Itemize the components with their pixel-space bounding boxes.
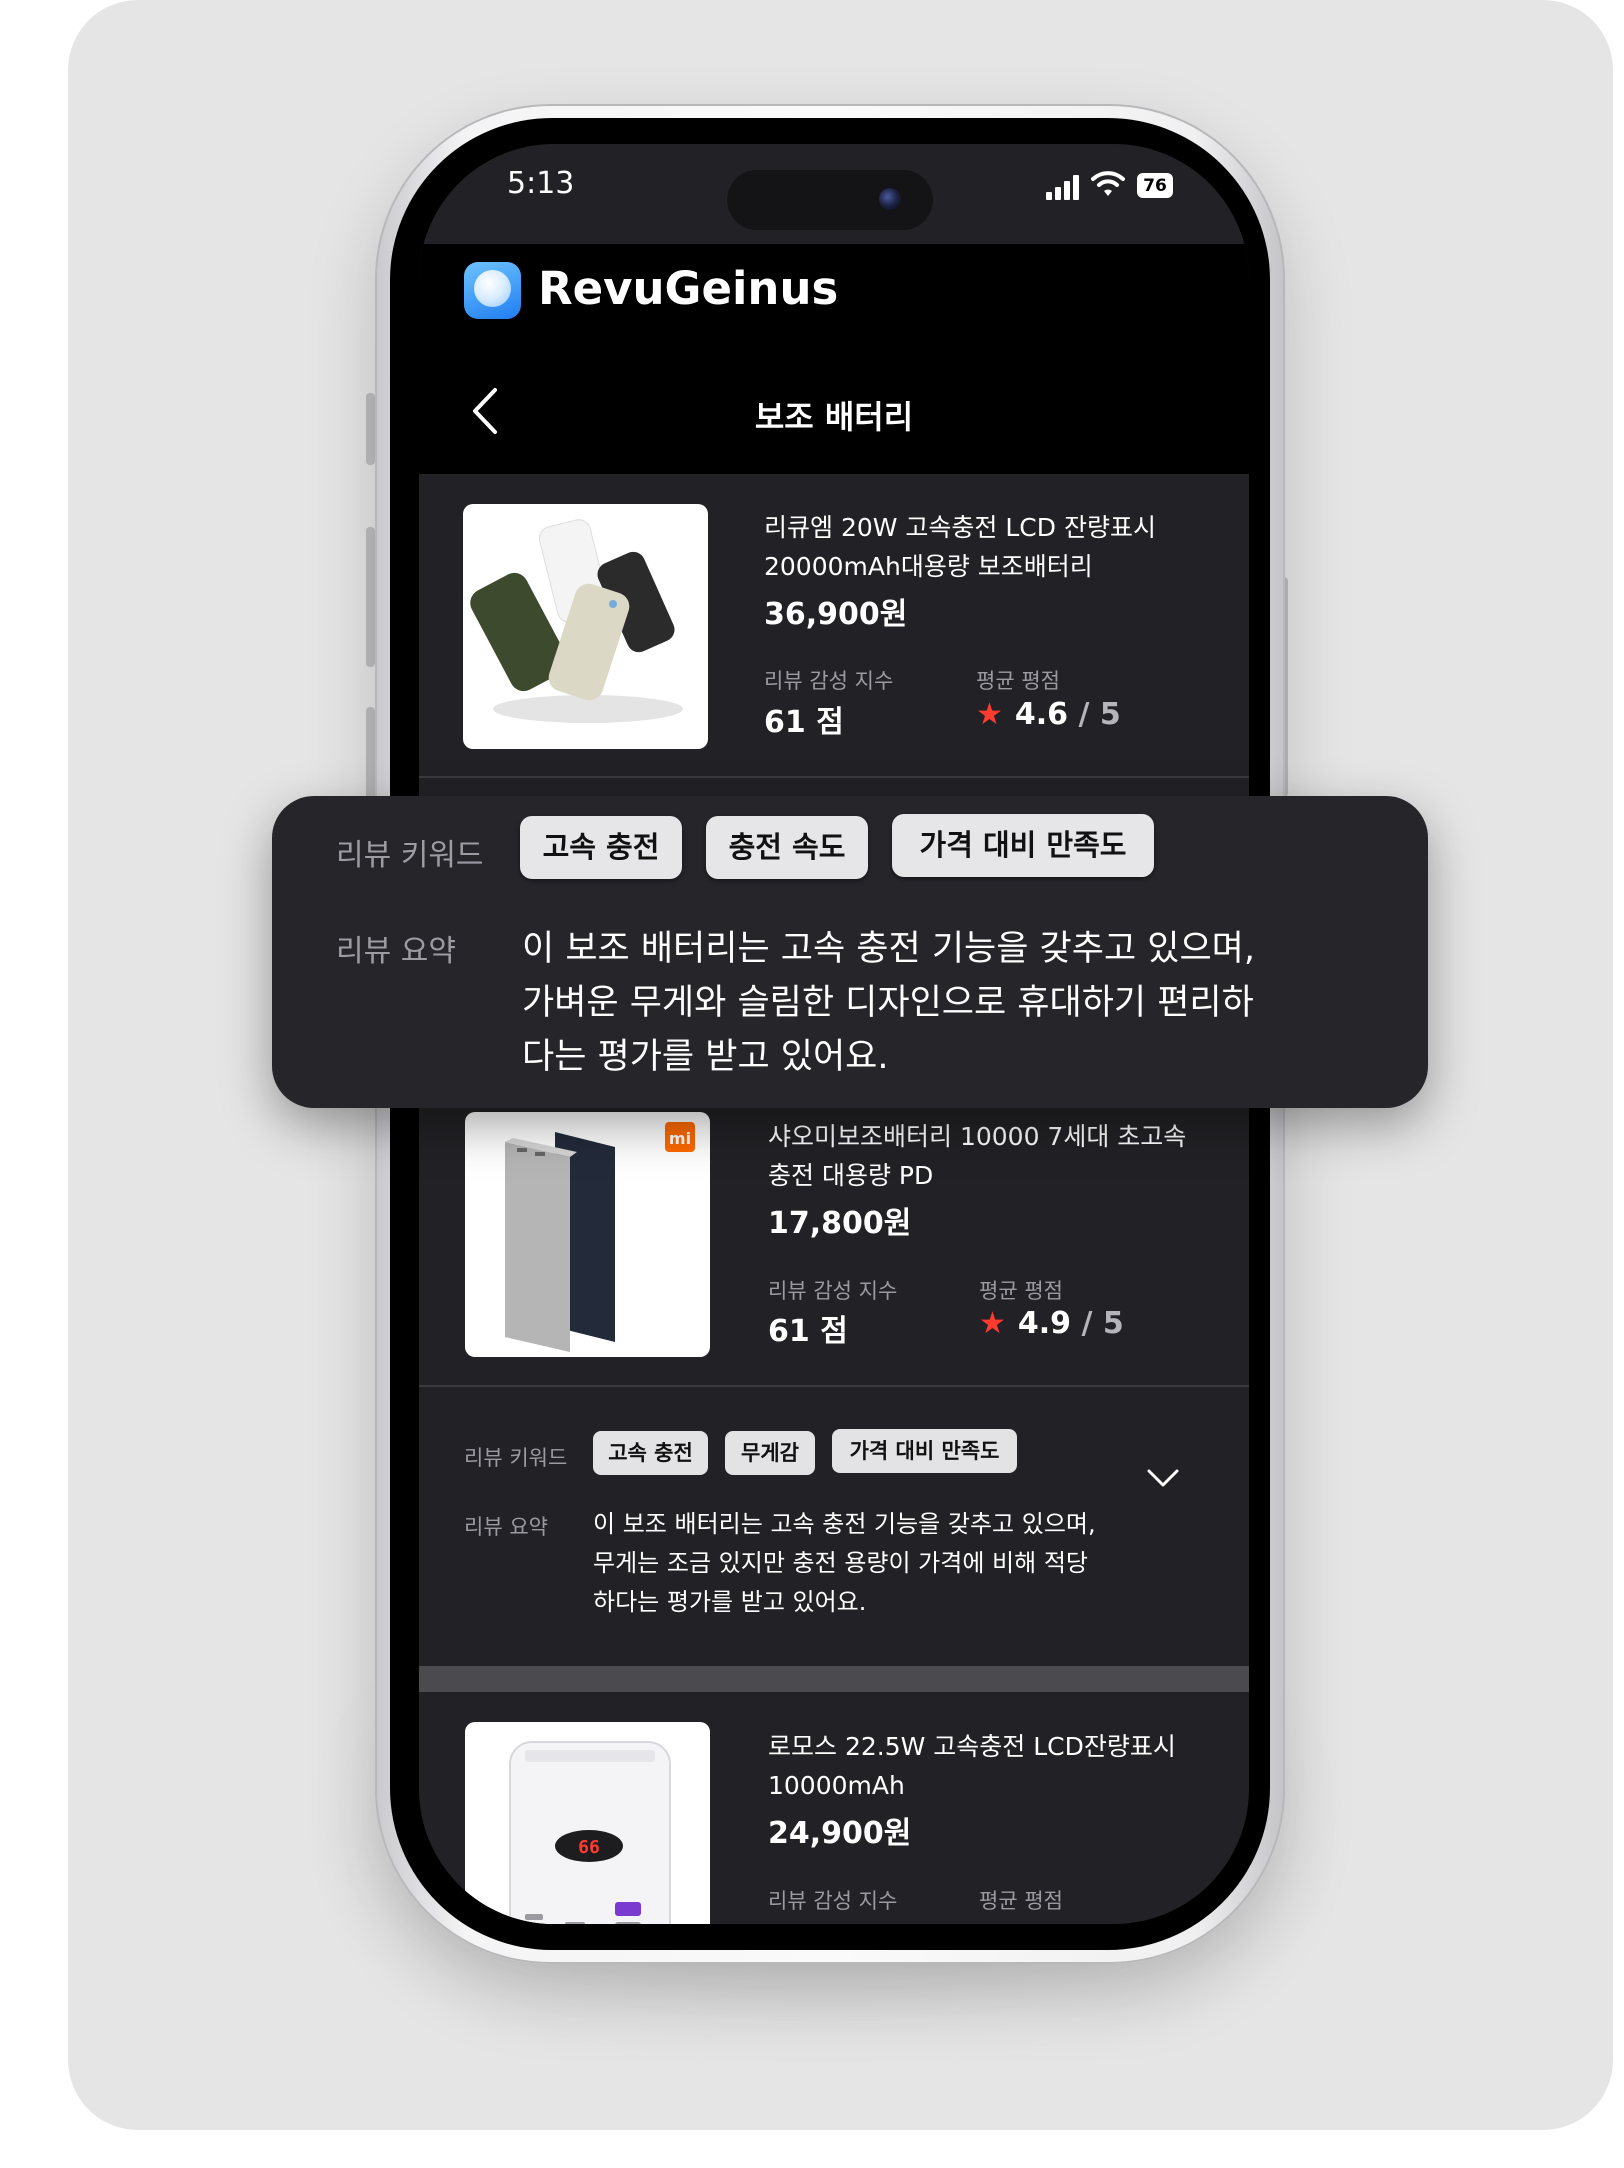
keyword-chip[interactable]: 가격 대비 만족도 (832, 1429, 1017, 1473)
star-icon: ★ (979, 1306, 1006, 1341)
review-summary-text: 이 보조 배터리는 고속 충전 기능을 갖추고 있으며, 무게는 조금 있지만 … (593, 1505, 1096, 1622)
review-summary-label: 리뷰 요약 (464, 1515, 548, 1539)
overlay-keyword-chip[interactable]: 가격 대비 만족도 (892, 814, 1154, 877)
summary-line: 하다는 평가를 받고 있어요. (593, 1588, 867, 1616)
review-keywords-label: 리뷰 키워드 (464, 1446, 568, 1470)
keyword-chip[interactable]: 고속 충전 (593, 1431, 708, 1475)
product-name-line: 리큐엠 20W 고속충전 LCD 잔량표시 (764, 513, 1156, 542)
summary-line: 이 보조 배터리는 고속 충전 기능을 갖추고 있으며, (593, 1510, 1096, 1538)
overlay-keyword-chip[interactable]: 고속 충전 (520, 816, 682, 879)
product-price: 24,900원 (768, 1816, 912, 1851)
keyword-chip[interactable]: 무게감 (725, 1431, 815, 1475)
overlay-summary-line: 다는 평가를 받고 있어요. (522, 1037, 889, 1077)
product-name[interactable]: 리큐엠 20W 고속충전 LCD 잔량표시 20000mAh대용량 보조배터리 (764, 508, 1156, 586)
power-bank-image: mi (505, 1122, 695, 1352)
sentiment-label: 리뷰 감성 지수 (768, 1889, 898, 1913)
power-bank-image (470, 519, 683, 723)
volume-up-button (366, 527, 375, 667)
status-bar: 5:13 76 (419, 144, 1249, 244)
overlay-keywords-label: 리뷰 키워드 (336, 838, 484, 873)
overlay-summary-label: 리뷰 요약 (336, 934, 456, 969)
action-button (366, 393, 375, 465)
overlay-summary-line: 이 보조 배터리는 고속 충전 기능을 갖추고 있으며, (522, 929, 1256, 969)
summary-line: 무게는 조금 있지만 충전 용량이 가격에 비해 적당 (593, 1549, 1089, 1577)
divider (419, 1385, 1249, 1387)
product-name-line: 10000mAh (768, 1771, 905, 1800)
divider (419, 776, 1249, 778)
section-separator (419, 1666, 1249, 1692)
rating-total: / 5 (1081, 1306, 1124, 1341)
product-name[interactable]: 로모스 22.5W 고속충전 LCD잔량표시 10000mAh (768, 1727, 1176, 1805)
product-name-line: 로모스 22.5W 고속충전 LCD잔량표시 (768, 1732, 1176, 1761)
sentiment-label: 리뷰 감성 지수 (764, 669, 894, 693)
overlay-summary-line: 가벼운 무게와 슬림한 디자인으로 휴대하기 편리하 (522, 983, 1254, 1023)
battery-icon: 76 (1137, 173, 1173, 198)
cellular-signal-icon (1046, 174, 1086, 200)
chevron-down-icon[interactable] (1146, 1468, 1180, 1488)
sentiment-score: 61 점 (768, 1314, 848, 1349)
camera-icon (879, 188, 901, 210)
product-name-line: 충전 대용량 PD (768, 1161, 934, 1190)
overlay-keyword-chip[interactable]: 충전 속도 (706, 816, 868, 879)
power-bank-image: 66 (509, 1741, 671, 1924)
average-rating: ★ 4.9 / 5 (979, 1306, 1124, 1341)
rating-value: 4.6 (1014, 697, 1069, 732)
product-price: 17,800원 (768, 1206, 912, 1241)
overlay-summary-text: 이 보조 배터리는 고속 충전 기능을 갖추고 있으며, 가벼운 무게와 슬림한… (522, 922, 1255, 1084)
wifi-icon (1091, 171, 1125, 196)
svg-text:mi: mi (669, 1129, 691, 1148)
rating-value: 4.9 (1017, 1306, 1072, 1341)
app-logo-icon (464, 262, 521, 319)
app-title: RevuGeinus (538, 262, 839, 315)
rating-total: / 5 (1078, 697, 1121, 732)
svg-text:66: 66 (578, 1837, 600, 1858)
product-name-line: 20000mAh대용량 보조배터리 (764, 552, 1093, 581)
product-name-line: 샤오미보조배터리 10000 7세대 초고속 (768, 1122, 1187, 1151)
review-overlay-card: 리뷰 키워드 고속 충전 충전 속도 가격 대비 만족도 리뷰 요약 이 보조 … (272, 796, 1428, 1108)
product-image[interactable]: 66 (465, 1722, 710, 1924)
status-time: 5:13 (507, 166, 575, 201)
star-icon: ★ (976, 697, 1003, 732)
sentiment-score: 61 점 (764, 705, 844, 740)
product-image[interactable] (463, 504, 708, 749)
average-rating: ★ 4.6 / 5 (976, 697, 1121, 732)
product-name[interactable]: 샤오미보조배터리 10000 7세대 초고속 충전 대용량 PD (768, 1117, 1186, 1195)
rating-label: 평균 평점 (976, 669, 1060, 693)
rating-label: 평균 평점 (979, 1279, 1063, 1303)
product-image[interactable]: mi (465, 1112, 710, 1357)
product-price: 36,900원 (764, 597, 908, 632)
page-title: 보조 배터리 (754, 398, 914, 436)
rating-label: 평균 평점 (979, 1889, 1063, 1913)
sentiment-label: 리뷰 감성 지수 (768, 1279, 898, 1303)
dynamic-island (727, 170, 933, 230)
